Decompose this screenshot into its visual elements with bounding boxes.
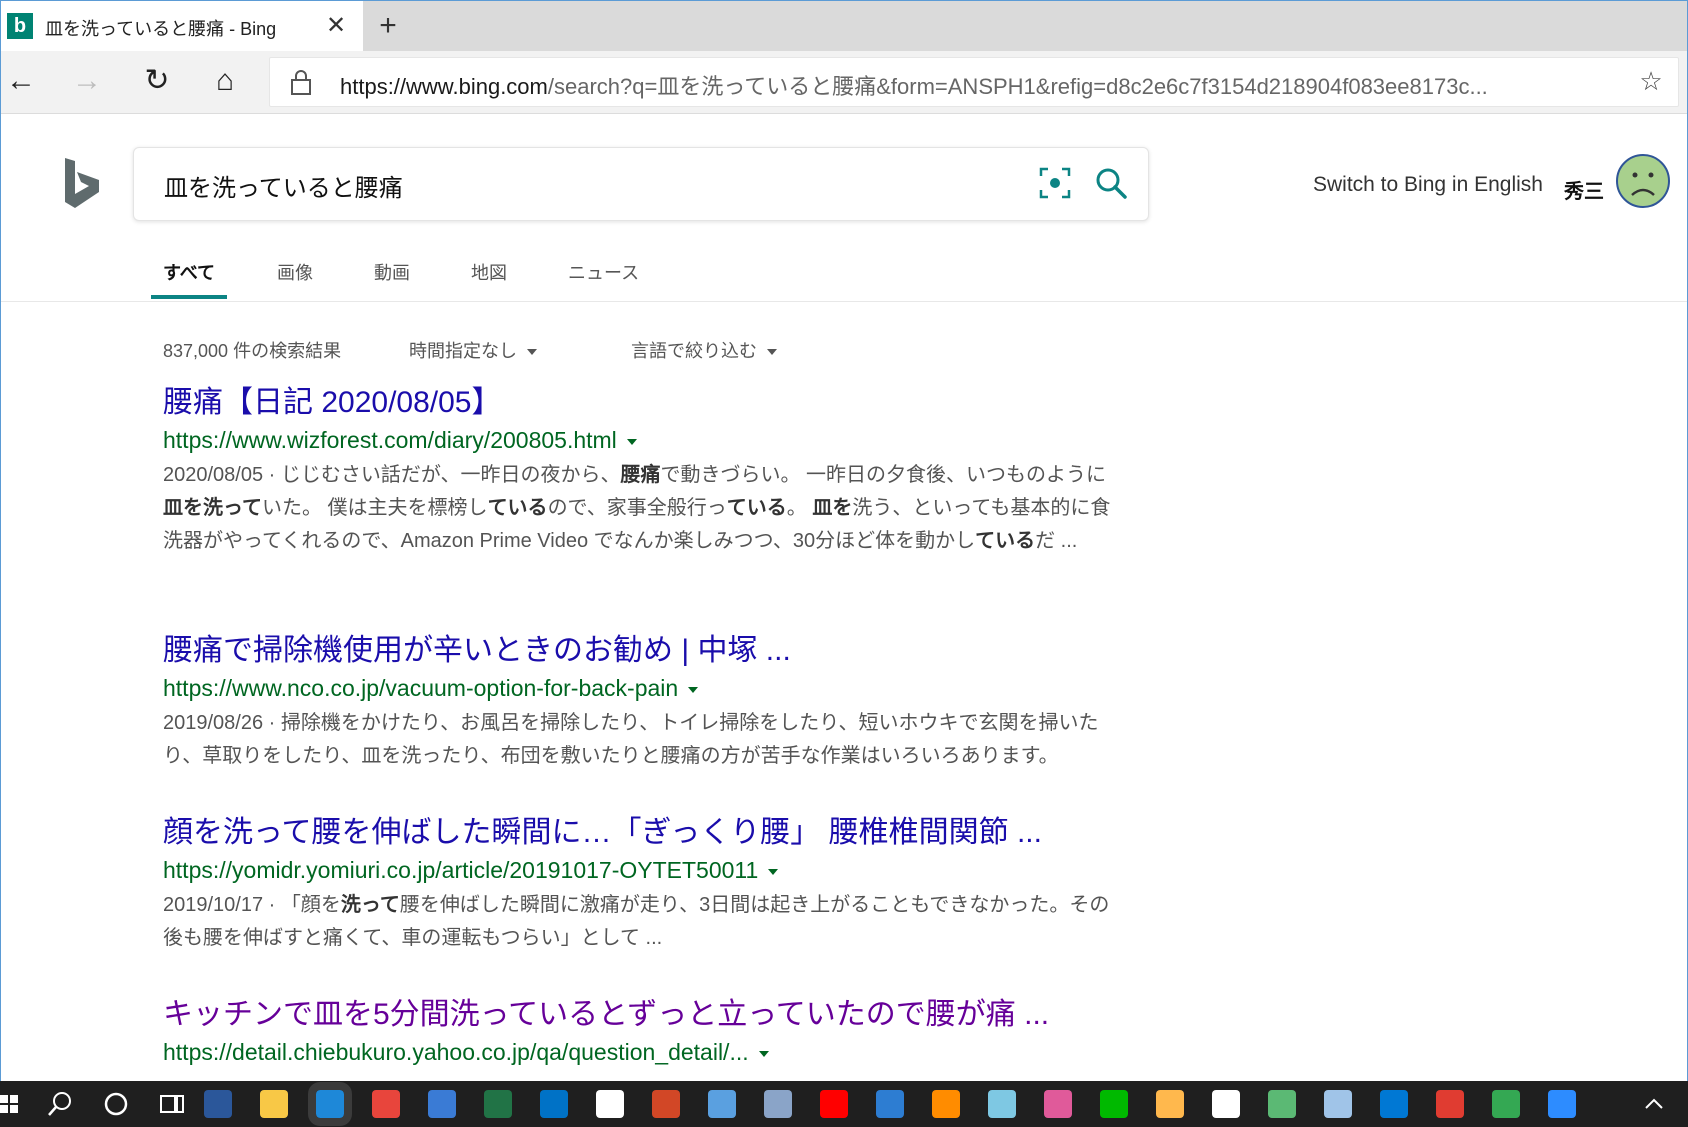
- avatar[interactable]: [1615, 153, 1671, 209]
- result-title-link[interactable]: 顔を洗って腰を伸ばした瞬間に…「ぎっくり腰」 腰椎椎間関節 ...: [163, 813, 1123, 853]
- visual-search-icon[interactable]: [1038, 166, 1072, 200]
- game-icon[interactable]: [1156, 1090, 1184, 1118]
- result-url[interactable]: https://yomidr.yomiuri.co.jp/article/201…: [163, 853, 1123, 887]
- outlook-icon[interactable]: [540, 1090, 568, 1118]
- result-url[interactable]: https://www.wizforest.com/diary/200805.h…: [163, 423, 1123, 457]
- url-path: /search?q=皿を洗っていると腰痛&form=ANSPH1&refig=d…: [547, 74, 1488, 99]
- address-bar[interactable]: https://www.bing.com/search?q=皿を洗っていると腰痛…: [269, 57, 1679, 107]
- switch-language-link[interactable]: Switch to Bing in English: [1313, 173, 1543, 197]
- browser-tab[interactable]: b 皿を洗っていると腰痛 - Bing ✕: [1, 1, 363, 51]
- line-icon[interactable]: [1100, 1090, 1128, 1118]
- search-result: 顔を洗って腰を伸ばした瞬間に…「ぎっくり腰」 腰椎椎間関節 ... https:…: [163, 813, 1123, 955]
- back-icon[interactable]: ←: [1, 61, 41, 101]
- chrome-icon[interactable]: [372, 1090, 400, 1118]
- network-icon[interactable]: [764, 1090, 792, 1118]
- language-filter-dropdown[interactable]: 言語で絞り込む: [631, 337, 777, 363]
- close-tab-icon[interactable]: ✕: [321, 11, 351, 41]
- time-filter-dropdown[interactable]: 時間指定なし: [409, 337, 537, 363]
- people-icon[interactable]: [428, 1090, 456, 1118]
- taskbar: [0, 1081, 1688, 1127]
- favorite-star-icon[interactable]: ☆: [1636, 66, 1666, 96]
- time-filter-label: 時間指定なし: [409, 341, 517, 361]
- paint-icon[interactable]: [932, 1090, 960, 1118]
- pdf-png-icon[interactable]: [1436, 1090, 1464, 1118]
- tab-images[interactable]: 画像: [277, 259, 313, 285]
- chevron-up-icon[interactable]: [1640, 1090, 1668, 1118]
- tab-strip: b 皿を洗っていると腰痛 - Bing ✕ +: [1, 1, 1687, 51]
- control-panel-icon[interactable]: [708, 1090, 736, 1118]
- chevron-down-icon: [767, 349, 777, 356]
- result-snippet: 2020/08/05 · じじむさい話だが、一昨日の夜から、腰痛で動きづらい。 …: [163, 464, 1111, 552]
- youtube-icon[interactable]: [820, 1090, 848, 1118]
- toolbar: ← → ↻ ⌂ https://www.bing.com/search?q=皿を…: [1, 51, 1687, 114]
- paint3d-icon[interactable]: [988, 1090, 1016, 1118]
- browser-window: b 皿を洗っていると腰痛 - Bing ✕ + ← → ↻ ⌂ https://…: [0, 0, 1688, 1127]
- tab-news[interactable]: ニュース: [568, 259, 639, 285]
- zoom-icon[interactable]: [1548, 1090, 1576, 1118]
- cortana-icon[interactable]: [102, 1090, 130, 1118]
- snip-icon[interactable]: [1044, 1090, 1072, 1118]
- forward-icon[interactable]: →: [67, 61, 107, 101]
- username[interactable]: 秀三: [1564, 175, 1604, 204]
- google-icon[interactable]: [1212, 1090, 1240, 1118]
- search-input[interactable]: 皿を洗っていると腰痛: [164, 168, 403, 203]
- chevron-down-icon[interactable]: [626, 438, 637, 445]
- search-icon[interactable]: [1094, 166, 1128, 200]
- file-explorer-icon[interactable]: [260, 1090, 288, 1118]
- photos-icon[interactable]: [876, 1090, 904, 1118]
- excel-icon[interactable]: [484, 1090, 512, 1118]
- search-result: 腰痛【日記 2020/08/05】 https://www.wizforest.…: [163, 383, 1123, 558]
- inbox-icon[interactable]: [1324, 1090, 1352, 1118]
- result-url-text: https://yomidr.yomiuri.co.jp/article/201…: [163, 857, 759, 883]
- tab-videos[interactable]: 動画: [374, 259, 410, 285]
- url-text[interactable]: https://www.bing.com/search?q=皿を洗っていると腰痛…: [340, 69, 1620, 101]
- search-result: 腰痛で掃除機使用が辛いときのお勧め | 中塚 ... https://www.n…: [163, 631, 1123, 773]
- powerpoint-icon[interactable]: [652, 1090, 680, 1118]
- result-title-link[interactable]: キッチンで皿を5分間洗っているとずっと立っていたので腰が痛 ...: [163, 995, 1123, 1035]
- word-icon[interactable]: [204, 1090, 232, 1118]
- play-store-icon[interactable]: [1492, 1090, 1520, 1118]
- edge-icon[interactable]: [308, 1082, 352, 1126]
- task-view-icon[interactable]: [158, 1090, 186, 1118]
- result-title-link[interactable]: 腰痛【日記 2020/08/05】: [163, 383, 1123, 423]
- home-icon[interactable]: ⌂: [205, 61, 245, 101]
- chevron-down-icon: [527, 349, 537, 356]
- active-tab-indicator: [151, 295, 227, 299]
- result-url-text: https://www.wizforest.com/diary/200805.h…: [163, 427, 617, 453]
- new-tab-button[interactable]: +: [371, 9, 405, 43]
- url-host: https://www.bing.com: [340, 74, 548, 99]
- language-filter-label: 言語で絞り込む: [631, 341, 757, 361]
- bing-logo-icon[interactable]: [63, 156, 105, 210]
- scope-tabs: すべて 画像 動画 地図 ニュース: [1, 251, 1687, 302]
- search-icon[interactable]: [46, 1090, 74, 1118]
- result-url-text: https://detail.chiebukuro.yahoo.co.jp/qa…: [163, 1039, 749, 1065]
- maps-icon[interactable]: [1268, 1090, 1296, 1118]
- amazon-icon[interactable]: [596, 1090, 624, 1118]
- search-result: キッチンで皿を5分間洗っているとずっと立っていたので腰が痛 ... https:…: [163, 995, 1123, 1069]
- windows-icon[interactable]: [0, 1090, 20, 1118]
- result-url[interactable]: https://www.nco.co.jp/vacuum-option-for-…: [163, 671, 1123, 705]
- tab-all[interactable]: すべて: [163, 259, 215, 285]
- chevron-down-icon[interactable]: [688, 686, 699, 693]
- bing-favicon-icon: b: [7, 13, 33, 39]
- result-url-text: https://www.nco.co.jp/vacuum-option-for-…: [163, 675, 679, 701]
- search-box[interactable]: 皿を洗っていると腰痛: [133, 147, 1149, 221]
- onedrive-icon[interactable]: [1380, 1090, 1408, 1118]
- result-title-link[interactable]: 腰痛で掃除機使用が辛いときのお勧め | 中塚 ...: [163, 631, 1123, 671]
- chevron-down-icon[interactable]: [758, 1050, 769, 1057]
- lock-icon: [291, 70, 311, 95]
- chevron-down-icon[interactable]: [768, 868, 779, 875]
- refresh-icon[interactable]: ↻: [137, 61, 177, 101]
- result-snippet: 2019/08/26 · 掃除機をかけたり、お風呂を掃除したり、トイレ掃除をした…: [163, 712, 1099, 767]
- tab-maps[interactable]: 地図: [471, 259, 507, 285]
- tab-title: 皿を洗っていると腰痛 - Bing: [45, 19, 277, 39]
- result-url[interactable]: https://detail.chiebukuro.yahoo.co.jp/qa…: [163, 1035, 1123, 1069]
- result-snippet: 2019/10/17 · 「顔を洗って腰を伸ばした瞬間に激痛が走り、3日間は起き…: [163, 894, 1110, 949]
- result-count: 837,000 件の検索結果: [163, 341, 342, 361]
